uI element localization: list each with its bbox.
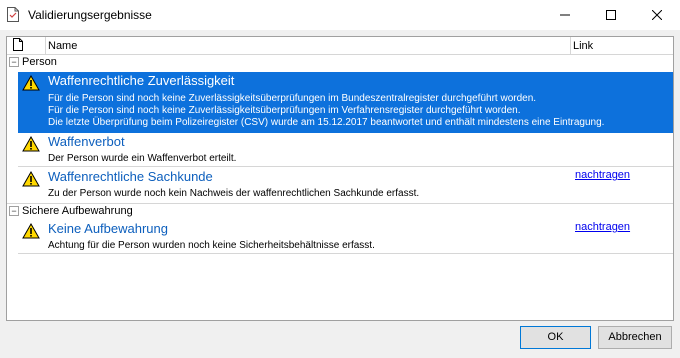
- list-item[interactable]: Waffenrechtliche Zuverlässigkeit Für die…: [18, 72, 673, 133]
- cancel-button[interactable]: Abbrechen: [598, 326, 672, 349]
- item-message: Zu der Person wurde noch kein Nachweis d…: [48, 188, 420, 199]
- list-header: Name Link: [7, 37, 673, 55]
- column-header-link[interactable]: Link: [573, 40, 593, 52]
- warning-icon: [22, 171, 40, 187]
- column-separator[interactable]: [45, 37, 46, 54]
- list-item[interactable]: Keine Aufbewahrung nachtragen Achtung fü…: [18, 220, 673, 254]
- warning-icon: [22, 223, 40, 239]
- close-icon: [652, 10, 662, 20]
- nachtragen-link[interactable]: nachtragen: [575, 169, 630, 181]
- title-bar: Validierungsergebnisse: [0, 0, 680, 30]
- row-divider: [18, 166, 673, 167]
- item-message: Achtung für die Person wurden noch keine…: [48, 240, 375, 251]
- list-item[interactable]: Waffenrechtliche Sachkunde nachtragen Zu…: [18, 168, 673, 202]
- ok-button[interactable]: OK: [520, 326, 591, 349]
- group-row-sichere-aufbewahrung[interactable]: − Sichere Aufbewahrung: [7, 203, 673, 218]
- item-message: Für die Person sind noch keine Zuverläss…: [48, 105, 521, 116]
- collapse-icon[interactable]: −: [9, 206, 19, 216]
- close-button[interactable]: [634, 0, 680, 30]
- document-icon: [7, 7, 19, 22]
- minimize-icon: [560, 14, 570, 16]
- validation-list[interactable]: Name Link − Person Waffenrechtliche Zuve…: [6, 36, 674, 321]
- warning-icon: [22, 136, 40, 152]
- item-title: Waffenrechtliche Sachkunde: [48, 169, 213, 184]
- maximize-icon: [606, 10, 616, 20]
- item-message: Der Person wurde ein Waffenverbot erteil…: [48, 153, 237, 164]
- nachtragen-link[interactable]: nachtragen: [575, 221, 630, 233]
- group-label: Sichere Aufbewahrung: [22, 205, 133, 217]
- group-label: Person: [22, 56, 57, 68]
- list-item[interactable]: Waffenverbot Der Person wurde ein Waffen…: [18, 133, 673, 167]
- item-title: Keine Aufbewahrung: [48, 221, 168, 236]
- collapse-icon[interactable]: −: [9, 57, 19, 67]
- window-title: Validierungsergebnisse: [28, 8, 152, 22]
- item-message: Für die Person sind noch keine Zuverläss…: [48, 93, 537, 104]
- column-separator[interactable]: [570, 37, 571, 54]
- document-icon: [13, 38, 23, 51]
- item-title: Waffenrechtliche Zuverlässigkeit: [48, 73, 235, 88]
- group-row-person[interactable]: − Person: [7, 55, 673, 69]
- maximize-button[interactable]: [588, 0, 634, 30]
- item-title: Waffenverbot: [48, 134, 125, 149]
- item-message: Die letzte Überprüfung beim Polizeiregis…: [48, 117, 605, 128]
- minimize-button[interactable]: [542, 0, 588, 30]
- column-header-name[interactable]: Name: [48, 40, 77, 52]
- row-divider: [18, 253, 673, 254]
- warning-icon: [22, 75, 40, 91]
